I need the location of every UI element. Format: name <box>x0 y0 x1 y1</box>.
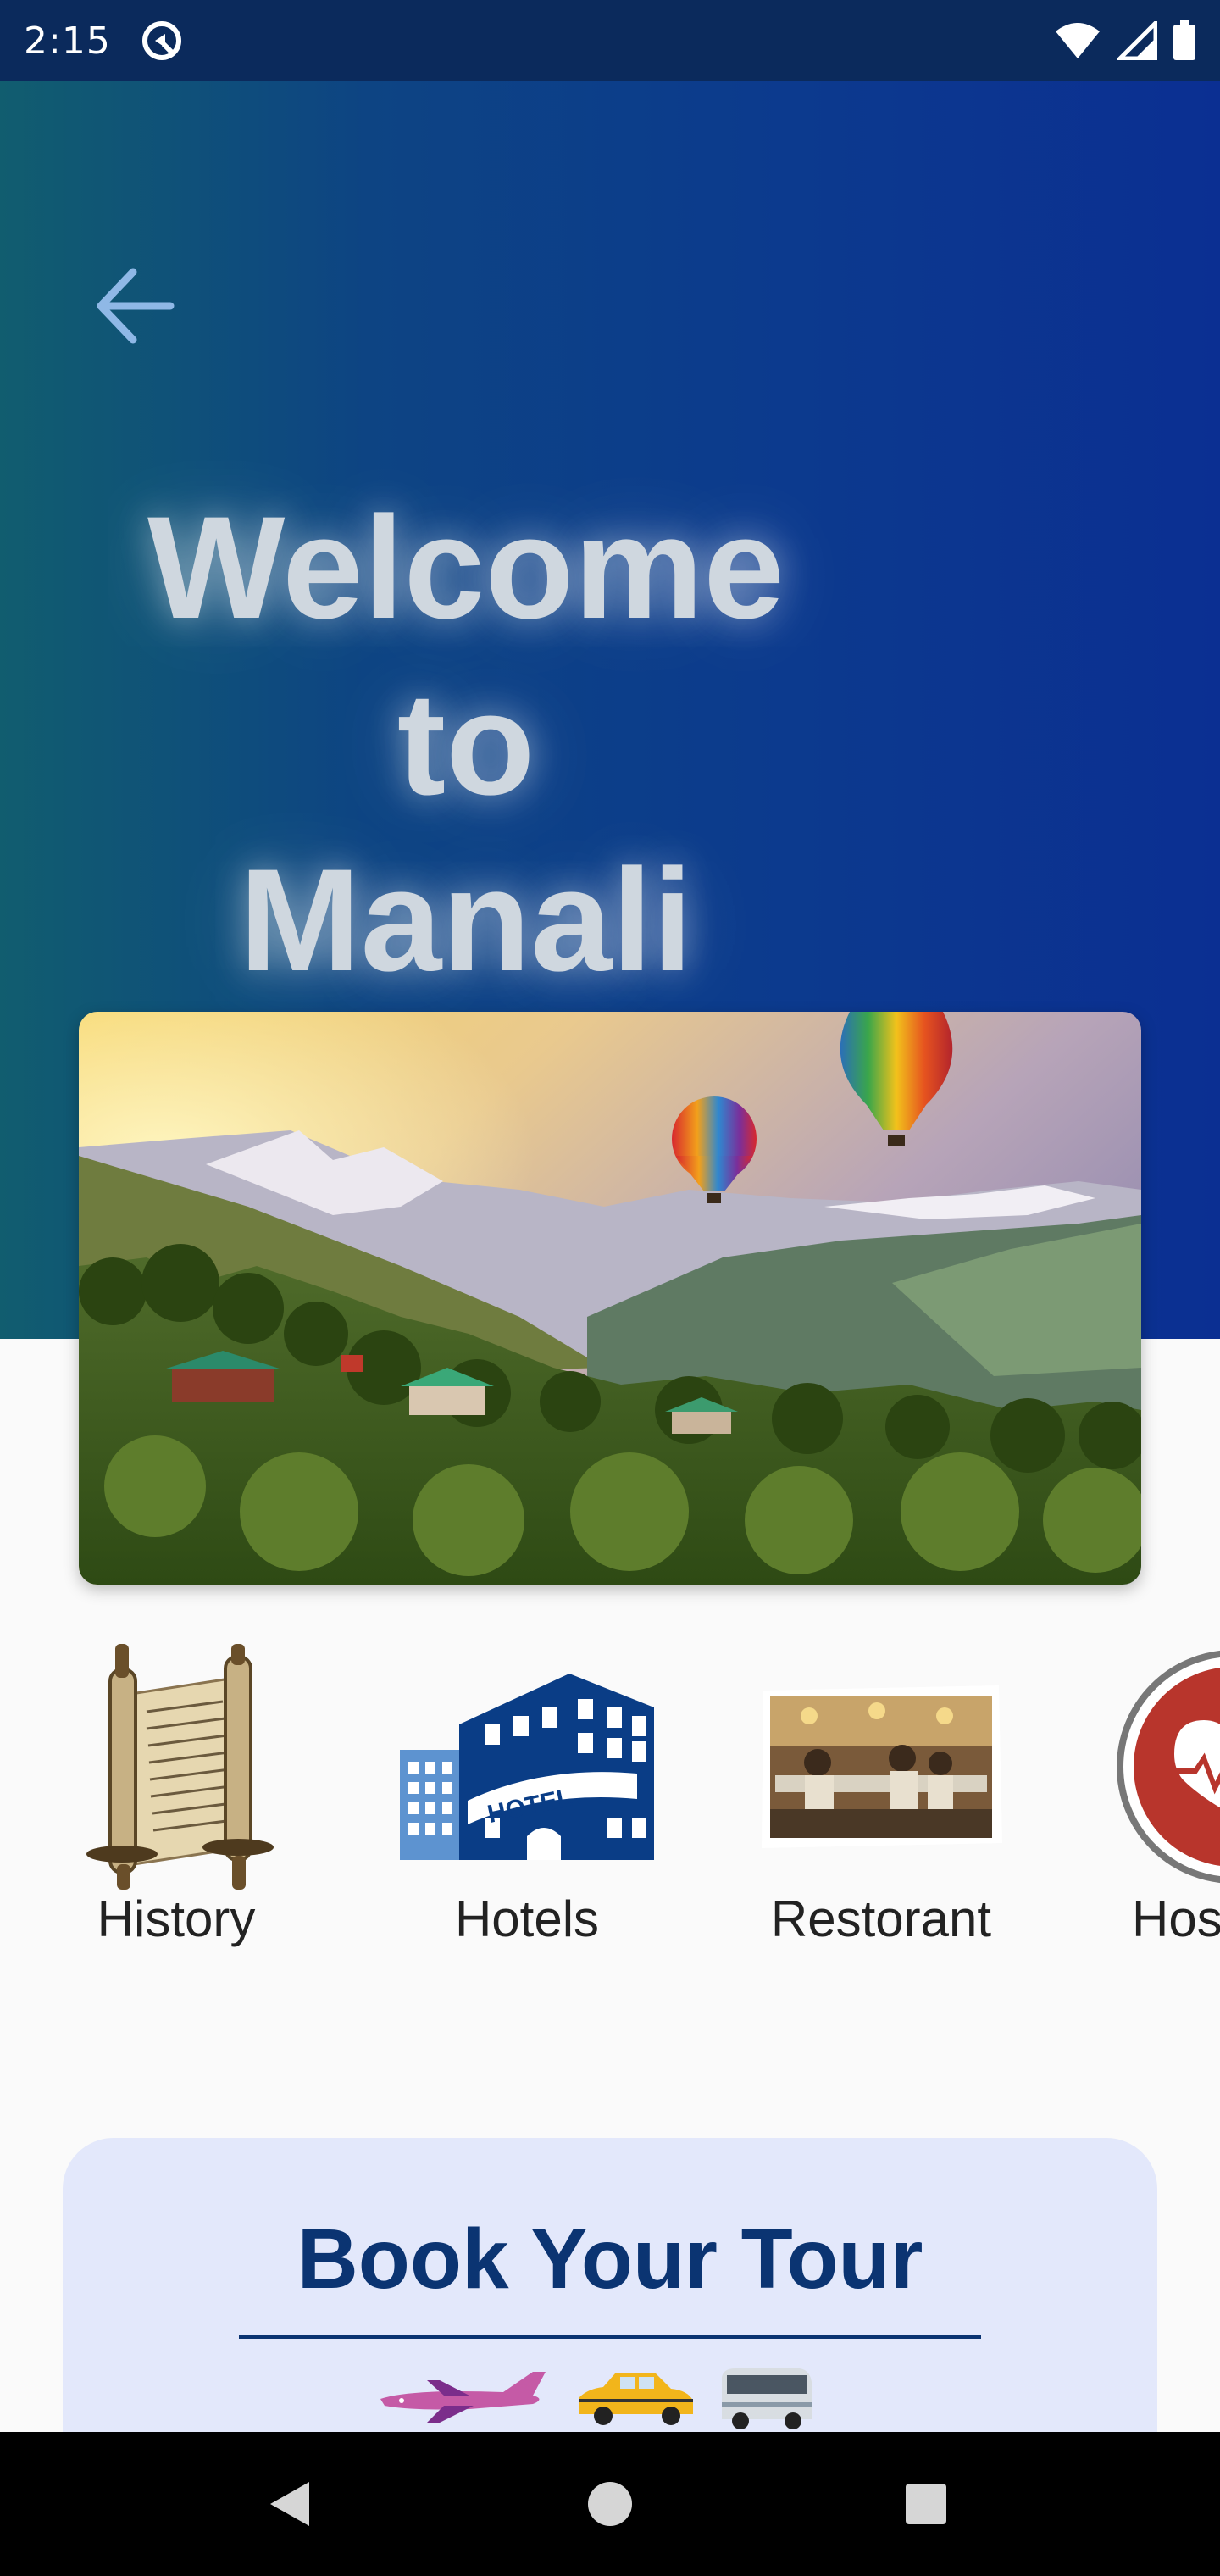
status-icons <box>1054 20 1196 61</box>
wifi-icon <box>1056 23 1100 58</box>
tour-title: Book Your Tour <box>297 2212 923 2307</box>
back-button[interactable] <box>88 259 181 353</box>
taxi-icon <box>580 2373 693 2425</box>
app-notification-icon <box>141 21 181 60</box>
system-nav-bar <box>0 2432 1220 2576</box>
category-history[interactable]: History <box>49 1644 303 1966</box>
status-bar: 2:15 <box>0 0 1220 81</box>
nav-home-button[interactable] <box>572 2466 648 2542</box>
category-row: History HOTEL Hotels Restorant Hos <box>0 1644 1220 1983</box>
battery-icon <box>1173 20 1195 60</box>
category-label-history: History <box>97 1890 256 1947</box>
hotel-building-icon: HOTEL <box>400 1644 654 1890</box>
restaurant-photo-icon <box>754 1644 1008 1890</box>
nav-back-button[interactable] <box>252 2466 329 2542</box>
hospital-heart-icon <box>1115 1644 1220 1890</box>
category-label-hotels: Hotels <box>454 1890 600 1947</box>
signal-icon <box>1117 21 1157 60</box>
airplane-icon <box>380 2372 546 2423</box>
status-time: 2:15 <box>24 19 111 63</box>
page-title: Welcome to Manali <box>119 480 813 1008</box>
category-hotels[interactable]: HOTEL Hotels <box>400 1644 654 1966</box>
tour-title-underline <box>239 2334 981 2339</box>
nav-recents-button[interactable] <box>888 2466 964 2542</box>
title-line-3: Manali <box>239 839 693 1002</box>
manali-landscape-image <box>79 1012 1141 1585</box>
title-line-2: to <box>396 663 535 825</box>
home-circle-icon <box>588 2482 632 2526</box>
category-label-restorant: Restorant <box>770 1890 992 1947</box>
scroll-icon <box>49 1644 303 1890</box>
category-restorant[interactable]: Restorant <box>754 1644 1008 1966</box>
title-line-1: Welcome <box>147 486 785 649</box>
screen: 2:15 Welcome to Manali History HOTEL Hot… <box>0 0 1220 2576</box>
landscape-illustration <box>79 1012 1141 1585</box>
arrow-left-icon <box>97 268 175 344</box>
transport-icons <box>380 2368 812 2429</box>
back-triangle-icon <box>270 2482 309 2526</box>
category-hospital[interactable]: Hos <box>1115 1644 1220 1966</box>
category-label-hospital: Hos <box>1132 1890 1220 1947</box>
recents-square-icon <box>906 2484 946 2524</box>
bus-icon <box>722 2368 812 2429</box>
